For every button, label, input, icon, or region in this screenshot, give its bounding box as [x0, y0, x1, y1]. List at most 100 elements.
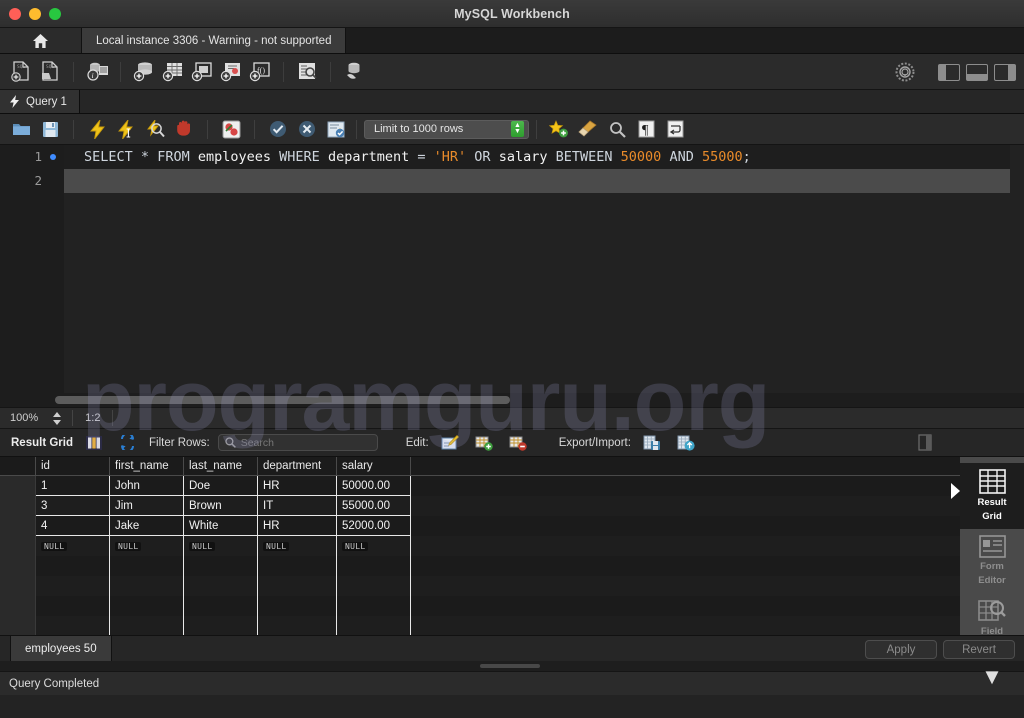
sql-statement-line[interactable]: SELECT * FROM employees WHERE department… — [64, 145, 1010, 169]
row-selector[interactable] — [0, 476, 36, 496]
cell-department-null[interactable]: NULL — [258, 536, 337, 556]
editor-scroll-thumb[interactable] — [55, 396, 510, 404]
cell-id[interactable]: 4 — [36, 516, 110, 536]
row-selector[interactable] — [0, 536, 36, 556]
invisible-chars-icon[interactable]: ¶ — [633, 116, 659, 142]
empty-row[interactable] — [0, 616, 1024, 636]
cell-id[interactable]: 3 — [36, 496, 110, 516]
admin-shield-icon[interactable] — [892, 59, 918, 85]
auto-commit-icon[interactable] — [323, 116, 349, 142]
result-grid[interactable]: id first_name last_name department salar… — [0, 457, 1024, 688]
cell-department[interactable]: IT — [258, 496, 337, 516]
row-selector[interactable] — [0, 496, 36, 516]
editor-horizontal-scrollbar[interactable] — [0, 393, 1024, 407]
search-data-icon[interactable] — [341, 59, 367, 85]
new-table-icon[interactable] — [160, 59, 186, 85]
wrap-lines-icon[interactable] — [662, 116, 688, 142]
cell-first-name[interactable]: Jim — [110, 496, 184, 516]
new-function-icon[interactable]: f() — [247, 59, 273, 85]
cell-department[interactable]: HR — [258, 476, 337, 496]
cell-last-name[interactable]: Brown — [184, 496, 258, 516]
sidebar-item-result-grid[interactable]: Result Grid — [960, 463, 1024, 529]
column-header-last-name[interactable]: last_name — [184, 457, 258, 475]
save-file-icon[interactable] — [37, 116, 63, 142]
cell-first-name[interactable]: John — [110, 476, 184, 496]
apply-button[interactable]: Apply — [865, 640, 937, 659]
toggle-bottom-panel-icon[interactable] — [966, 63, 988, 81]
beautify-query-icon[interactable] — [546, 116, 572, 142]
zoom-stepper-icon[interactable] — [52, 411, 62, 426]
delete-row-icon[interactable] — [505, 430, 531, 456]
cell-salary-null[interactable]: NULL — [337, 536, 411, 556]
cell-last-name[interactable]: White — [184, 516, 258, 536]
cell-last-name[interactable]: Doe — [184, 476, 258, 496]
home-button[interactable] — [0, 28, 82, 53]
empty-row[interactable] — [0, 576, 1024, 596]
revert-button[interactable]: Revert — [943, 640, 1015, 659]
open-file-icon[interactable] — [8, 116, 34, 142]
rollback-icon[interactable] — [294, 116, 320, 142]
table-row[interactable]: 4 Jake White HR 52000.00 — [0, 516, 1024, 536]
new-procedure-icon[interactable] — [218, 59, 244, 85]
toggle-left-panel-icon[interactable] — [938, 63, 960, 81]
grid-columns-icon[interactable] — [81, 430, 107, 456]
column-header-first-name[interactable]: first_name — [110, 457, 184, 475]
sql-editor[interactable]: 1 2 SELECT * FROM employees WHERE depart… — [0, 145, 1024, 393]
cell-salary[interactable]: 55000.00 — [337, 496, 411, 516]
cell-department[interactable]: HR — [258, 516, 337, 536]
explain-query-icon[interactable] — [142, 116, 168, 142]
empty-row[interactable] — [0, 596, 1024, 616]
wrap-cell-content-icon[interactable] — [912, 430, 938, 456]
editor-zoom-control[interactable]: 100% — [0, 411, 72, 426]
column-header-id[interactable]: id — [36, 457, 110, 475]
row-limit-select[interactable]: Limit to 1000 rows ▲ ▼ — [364, 119, 529, 139]
column-header-salary[interactable]: salary — [337, 457, 411, 475]
export-recordset-icon[interactable] — [639, 430, 665, 456]
commit-icon[interactable] — [265, 116, 291, 142]
stop-execution-icon[interactable] — [171, 116, 197, 142]
result-set-tab[interactable]: employees 50 — [10, 636, 112, 661]
cell-salary[interactable]: 52000.00 — [337, 516, 411, 536]
execute-icon[interactable] — [84, 116, 110, 142]
bottom-scroll-thumb[interactable] — [480, 664, 540, 668]
toggle-right-panel-icon[interactable] — [994, 63, 1016, 81]
edit-row-icon[interactable] — [437, 430, 463, 456]
connection-info-icon[interactable]: i — [84, 59, 110, 85]
cell-id[interactable]: 1 — [36, 476, 110, 496]
cell-first-name-null[interactable]: NULL — [110, 536, 184, 556]
column-header-department[interactable]: department — [258, 457, 337, 475]
new-sql-file-icon[interactable]: SQL — [8, 59, 34, 85]
clear-query-icon[interactable] — [575, 116, 601, 142]
new-view-icon[interactable] — [189, 59, 215, 85]
editor-line-1[interactable]: SELECT * FROM employees WHERE department… — [0, 145, 1024, 169]
open-sql-file-icon[interactable]: SQL — [37, 59, 63, 85]
cell-id-null[interactable]: NULL — [36, 536, 110, 556]
chevron-down-icon[interactable]: ▼ — [981, 666, 1003, 688]
execute-current-statement-icon[interactable] — [113, 116, 139, 142]
table-row-new[interactable]: NULL NULL NULL NULL NULL — [0, 536, 1024, 556]
toggle-breakpoint-icon[interactable] — [218, 116, 244, 142]
sql-empty-line[interactable] — [64, 169, 1010, 193]
import-recordset-icon[interactable] — [673, 430, 699, 456]
sidebar-item-form-editor[interactable]: Form Editor — [960, 529, 1024, 593]
empty-row[interactable] — [0, 556, 1024, 576]
find-icon[interactable] — [604, 116, 630, 142]
query-tab-active[interactable]: Query 1 — [0, 90, 80, 113]
home-icon — [32, 33, 49, 49]
collapse-panel-arrow-icon[interactable] — [951, 483, 960, 499]
table-row[interactable]: 1 John Doe HR 50000.00 — [0, 476, 1024, 496]
cell-last-name-null[interactable]: NULL — [184, 536, 258, 556]
new-schema-icon[interactable] — [131, 59, 157, 85]
editor-line-2[interactable] — [0, 169, 1024, 193]
refresh-icon[interactable] — [115, 430, 141, 456]
bottom-horizontal-scrollbar[interactable] — [0, 661, 1024, 671]
row-limit-stepper-icon[interactable]: ▲ ▼ — [511, 121, 524, 137]
cell-first-name[interactable]: Jake — [110, 516, 184, 536]
table-row[interactable]: 3 Jim Brown IT 55000.00 — [0, 496, 1024, 516]
filter-rows-input[interactable]: Search — [217, 434, 378, 451]
insert-row-icon[interactable] — [471, 430, 497, 456]
instance-tab[interactable]: Local instance 3306 - Warning - not supp… — [82, 28, 347, 53]
row-selector[interactable] — [0, 516, 36, 536]
inspect-table-icon[interactable] — [294, 59, 320, 85]
cell-salary[interactable]: 50000.00 — [337, 476, 411, 496]
